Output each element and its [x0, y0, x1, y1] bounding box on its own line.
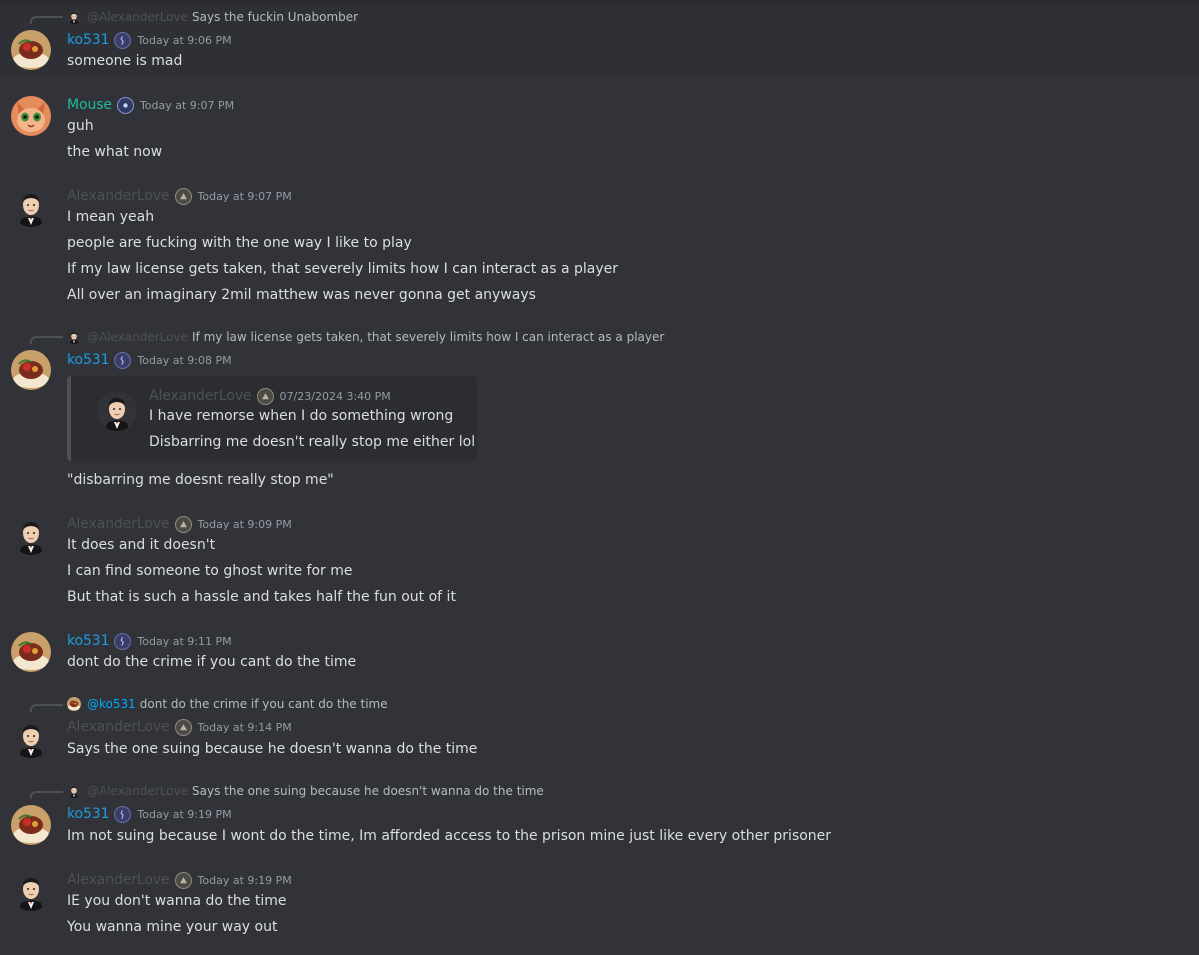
message-line: But that is such a hassle and takes half…: [67, 589, 456, 605]
message-line: Says the one suing because he doesn't wa…: [67, 741, 478, 757]
quoted-message-embed[interactable]: AlexanderLove 07/23/2024 3:40 PM I have …: [67, 376, 477, 461]
message-line: All over an imaginary 2mil matthew was n…: [67, 287, 536, 303]
triangle-badge-icon[interactable]: [256, 387, 274, 405]
reply-reference[interactable]: @ko531 dont do the crime if you cant do …: [67, 695, 388, 713]
clan-badge-icon[interactable]: [114, 632, 132, 650]
reply-text: dont do the crime if you cant do the tim…: [139, 697, 388, 711]
reply-author[interactable]: @ko531: [87, 697, 136, 711]
triangle-badge-icon[interactable]: [174, 718, 192, 736]
username[interactable]: AlexanderLove: [67, 188, 170, 204]
reply-spine: [30, 704, 63, 712]
avatar[interactable]: [11, 350, 51, 390]
username[interactable]: AlexanderLove: [67, 872, 170, 888]
message-line: If my law license gets taken, that sever…: [67, 261, 618, 277]
clan-badge-icon[interactable]: [114, 805, 132, 823]
embed-line: Disbarring me doesn't really stop me eit…: [149, 434, 476, 450]
embed-timestamp: 07/23/2024 3:40 PM: [279, 389, 391, 403]
username[interactable]: ko531: [67, 32, 110, 48]
reply-text: Says the fuckin Unabomber: [192, 10, 359, 24]
reply-text: If my law license gets taken, that sever…: [192, 330, 665, 344]
timestamp[interactable]: Today at 9:19 PM: [137, 808, 231, 821]
timestamp[interactable]: Today at 9:19 PM: [198, 874, 292, 887]
message-header: AlexanderLove Today at 9:19 PM: [67, 870, 292, 890]
message-line: IE you don't wanna do the time: [67, 893, 287, 909]
avatar[interactable]: [11, 805, 51, 845]
suit-man-avatar-icon: [67, 784, 81, 798]
reply-spine: [30, 791, 63, 799]
message-group: Mouse Today at 9:07 PM guh the what now: [0, 92, 1199, 167]
message-line: You wanna mine your way out: [67, 919, 278, 935]
message-group: @AlexanderLove If my law license gets ta…: [0, 326, 1199, 498]
message-header: ko531 Today at 9:19 PM: [67, 804, 232, 824]
avatar[interactable]: [11, 871, 51, 911]
embed-header: AlexanderLove 07/23/2024 3:40 PM: [149, 386, 391, 406]
suit-man-avatar-icon: [67, 10, 81, 24]
message-header: AlexanderLove Today at 9:09 PM: [67, 514, 292, 534]
username[interactable]: ko531: [67, 633, 110, 649]
message-group: @ko531 dont do the crime if you cant do …: [0, 694, 1199, 764]
triangle-badge-icon[interactable]: [174, 515, 192, 533]
avatar[interactable]: [11, 30, 51, 70]
message-line: Im not suing because I wont do the time,…: [67, 828, 832, 844]
reply-reference[interactable]: @AlexanderLove Says the one suing becaus…: [67, 782, 544, 800]
timestamp[interactable]: Today at 9:09 PM: [198, 518, 292, 531]
message-line: people are fucking with the one way I li…: [67, 235, 412, 251]
reply-reference[interactable]: @AlexanderLove Says the fuckin Unabomber: [67, 8, 358, 26]
reply-author[interactable]: @AlexanderLove: [87, 330, 188, 344]
message-line: I can find someone to ghost write for me: [67, 563, 353, 579]
triangle-badge-icon[interactable]: [174, 871, 192, 889]
reply-reference[interactable]: @AlexanderLove If my law license gets ta…: [67, 328, 664, 346]
avatar[interactable]: [11, 515, 51, 555]
gem-badge-icon[interactable]: [116, 96, 134, 114]
timestamp[interactable]: Today at 9:07 PM: [140, 99, 234, 112]
message-line: the what now: [67, 144, 163, 160]
message-header: ko531 Today at 9:06 PM: [67, 30, 232, 50]
timestamp[interactable]: Today at 9:14 PM: [198, 721, 292, 734]
avatar[interactable]: [11, 718, 51, 758]
suit-man-avatar-icon: [67, 330, 81, 344]
reply-spine: [30, 16, 63, 24]
message-group: AlexanderLove Today at 9:07 PM I mean ye…: [0, 183, 1199, 308]
embed-username[interactable]: AlexanderLove: [149, 388, 252, 404]
message-line: dont do the crime if you cant do the tim…: [67, 654, 357, 670]
timestamp[interactable]: Today at 9:07 PM: [198, 190, 292, 203]
avatar[interactable]: [11, 96, 51, 136]
username[interactable]: Mouse: [67, 97, 112, 113]
message-group: @AlexanderLove Says the one suing becaus…: [0, 781, 1199, 851]
message-group: @AlexanderLove Says the fuckin Unabomber…: [0, 6, 1199, 76]
message-line: someone is mad: [67, 53, 183, 69]
message-line: "disbarring me doesnt really stop me": [67, 472, 334, 488]
message-group: AlexanderLove Today at 9:09 PM It does a…: [0, 511, 1199, 611]
timestamp[interactable]: Today at 9:06 PM: [137, 34, 231, 47]
message-group: ko531 Today at 9:11 PM dont do the crime…: [0, 628, 1199, 678]
clan-badge-icon[interactable]: [114, 31, 132, 49]
avatar[interactable]: [11, 187, 51, 227]
clan-badge-icon[interactable]: [114, 351, 132, 369]
avatar[interactable]: [11, 632, 51, 672]
username[interactable]: ko531: [67, 806, 110, 822]
username[interactable]: AlexanderLove: [67, 719, 170, 735]
reply-author[interactable]: @AlexanderLove: [87, 10, 188, 24]
timestamp[interactable]: Today at 9:08 PM: [137, 354, 231, 367]
reply-author[interactable]: @AlexanderLove: [87, 784, 188, 798]
username[interactable]: ko531: [67, 352, 110, 368]
reply-text: Says the one suing because he doesn't wa…: [192, 784, 544, 798]
embed-line: I have remorse when I do something wrong: [149, 408, 454, 424]
message-header: Mouse Today at 9:07 PM: [67, 95, 234, 115]
triangle-badge-icon[interactable]: [174, 187, 192, 205]
embed-avatar: [97, 391, 137, 431]
message-header: AlexanderLove Today at 9:14 PM: [67, 717, 292, 737]
sundae-avatar-icon: [67, 697, 81, 711]
message-line: guh: [67, 118, 94, 134]
message-line: It does and it doesn't: [67, 537, 216, 553]
timestamp[interactable]: Today at 9:11 PM: [137, 635, 231, 648]
username[interactable]: AlexanderLove: [67, 516, 170, 532]
message-group: AlexanderLove Today at 9:19 PM IE you do…: [0, 867, 1199, 947]
message-header: AlexanderLove Today at 9:07 PM: [67, 186, 292, 206]
message-header: ko531 Today at 9:11 PM: [67, 631, 232, 651]
message-line: I mean yeah: [67, 209, 155, 225]
message-header: ko531 Today at 9:08 PM: [67, 350, 232, 370]
reply-spine: [30, 336, 63, 344]
